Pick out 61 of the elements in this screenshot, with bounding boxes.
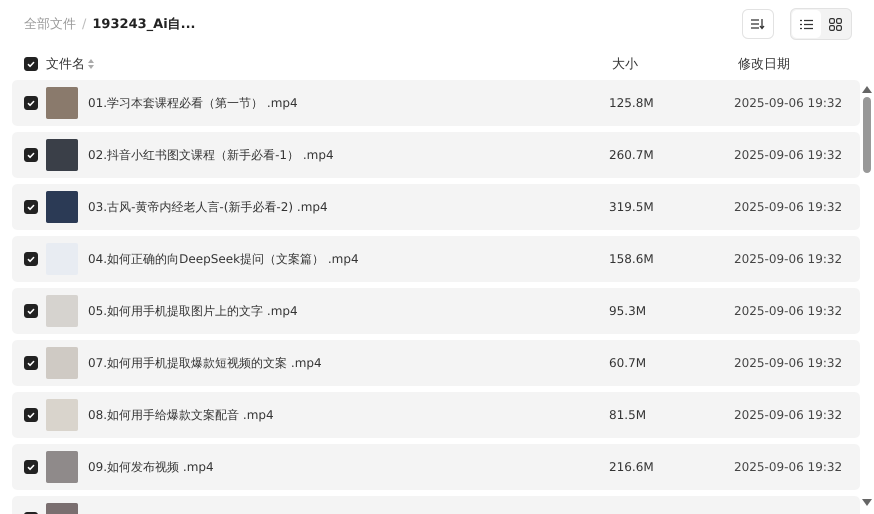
file-row[interactable]: 07.如何用手机提取爆款短视频的文案 .mp4 60.7M 2025-09-06 19:32	[12, 340, 860, 386]
select-all-checkbox[interactable]	[24, 57, 38, 71]
file-row[interactable]: 09.如何发布视频 .mp4 216.6M 2025-09-06 19:32	[12, 444, 860, 490]
file-size: 95.3M	[609, 304, 646, 318]
file-size: 125.8M	[609, 96, 654, 110]
row-checkbox[interactable]	[24, 252, 38, 266]
row-checkbox[interactable]	[24, 460, 38, 474]
video-thumbnail	[46, 191, 78, 223]
file-row[interactable]: 08.如何用手给爆款文案配音 .mp4 81.5M 2025-09-06 19:32	[12, 392, 860, 438]
row-checkbox[interactable]	[24, 408, 38, 422]
file-size: 260.7M	[609, 148, 654, 162]
video-thumbnail	[46, 139, 78, 171]
file-name: 03.古风-黄帝内经老人言-(新手必看-2) .mp4	[88, 198, 328, 216]
video-thumbnail	[46, 347, 78, 379]
file-row[interactable]: 01.学习本套课程必看（第一节） .mp4 125.8M 2025-09-06 19:32	[12, 80, 860, 126]
file-size: 319.5M	[609, 200, 654, 214]
file-name: 09.如何发布视频 .mp4	[88, 458, 214, 476]
scroll-down-icon[interactable]	[862, 499, 872, 506]
file-row[interactable]: 05.如何用手机提取图片上的文字 .mp4 95.3M 2025-09-06 19:32	[12, 288, 860, 334]
video-thumbnail	[46, 399, 78, 431]
file-size: 81.5M	[609, 408, 646, 422]
file-name: 05.如何用手机提取图片上的文字 .mp4	[88, 302, 298, 320]
modified-date: 2025-09-06 19:32	[734, 408, 842, 422]
file-row[interactable]: 04.如何正确的向DeepSeek提问（文案篇） .mp4 158.6M 2025-09-06 19:32	[12, 236, 860, 282]
modified-date: 2025-09-06 19:32	[734, 460, 842, 474]
grid-icon	[829, 18, 842, 30]
row-checkbox[interactable]	[24, 200, 38, 214]
file-name: 08.如何用手给爆款文案配音 .mp4	[88, 406, 274, 424]
list-icon	[800, 18, 813, 30]
file-size: 60.7M	[609, 356, 646, 370]
video-thumbnail	[46, 87, 78, 119]
modified-date: 2025-09-06 19:32	[734, 200, 842, 214]
scroll-up-icon[interactable]	[862, 86, 872, 93]
modified-date: 2025-09-06 19:32	[734, 356, 842, 370]
modified-date: 2025-09-06 19:32	[734, 252, 842, 266]
modified-date: 2025-09-06 19:32	[734, 304, 842, 318]
list-view-button[interactable]	[792, 10, 821, 38]
modified-date: 2025-09-06 19:32	[734, 96, 842, 110]
column-header[interactable]: 大小	[612, 55, 638, 73]
breadcrumb-item[interactable]: 193243_Ai自...	[92, 15, 196, 33]
column-header[interactable]: 修改日期	[738, 55, 790, 73]
row-checkbox[interactable]	[24, 148, 38, 162]
file-row[interactable]: 03.古风-黄帝内经老人言-(新手必看-2) .mp4 319.5M 2025-09-06 19:32	[12, 184, 860, 230]
video-thumbnail	[46, 451, 78, 483]
sort-icon	[751, 18, 765, 30]
file-name: 04.如何正确的向DeepSeek提问（文案篇） .mp4	[88, 250, 359, 268]
file-name: 02.抖音小红书图文课程（新手必看-1） .mp4	[88, 146, 334, 164]
row-checkbox[interactable]	[24, 356, 38, 370]
column-header[interactable]: 文件名	[46, 55, 85, 73]
row-checkbox[interactable]	[24, 96, 38, 110]
file-row[interactable]: 02.抖音小红书图文课程（新手必看-1） .mp4 260.7M 2025-09-06 19:32	[12, 132, 860, 178]
file-name: 01.学习本套课程必看（第一节） .mp4	[88, 94, 298, 112]
row-checkbox[interactable]	[24, 304, 38, 318]
scrollbar-thumb[interactable]	[863, 97, 871, 173]
file-size: 216.6M	[609, 460, 654, 474]
sort-button[interactable]	[742, 9, 774, 39]
breadcrumb-separator: /	[82, 16, 86, 32]
file-size: 158.6M	[609, 252, 654, 266]
file-name: 07.如何用手机提取爆款短视频的文案 .mp4	[88, 354, 322, 372]
video-thumbnail	[46, 295, 78, 327]
modified-date: 2025-09-06 19:32	[734, 148, 842, 162]
